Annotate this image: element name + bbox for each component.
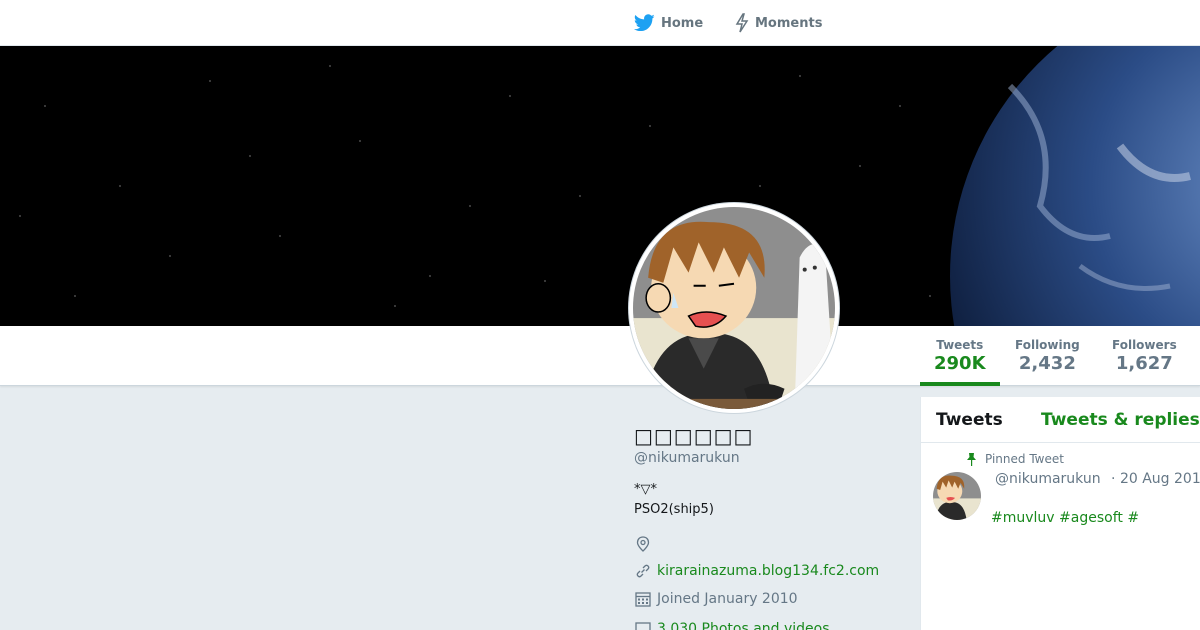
stat-tweets-label: Tweets [936,338,984,352]
lightning-icon [735,13,749,33]
profile-handle[interactable]: @nikumarukun [634,450,740,466]
avatar-image [633,207,835,409]
calendar-icon [635,592,651,607]
photo-icon [635,622,651,630]
nav-home[interactable]: Home [634,0,703,46]
stat-following-value: 2,432 [1018,353,1076,374]
stat-followers[interactable]: Followers 1,627 [1112,338,1177,374]
stat-following[interactable]: Following 2,432 [1015,338,1080,374]
bio-line-2: PSO2(ship5) [634,502,714,517]
stat-tweets[interactable]: Tweets 290K [934,338,986,374]
tweet-avatar[interactable] [933,472,981,520]
photos-link[interactable]: 3,030 Photos and videos [657,621,830,630]
nav-home-label: Home [661,15,704,31]
pinned-tweet-context: Pinned Tweet [966,452,1064,466]
bio-line-1: *▽* [634,482,657,497]
timeline: Tweets Tweets & replies Pinned Tweet @ni… [920,397,1200,630]
nav-moments-label: Moments [755,15,823,31]
twitter-bird-icon [634,14,655,32]
profile-name: □□□□□□ [634,424,754,448]
pin-icon [967,452,976,466]
profile-location [634,535,657,553]
profile-banner [0,46,1200,326]
profile-nav-bar: Tweets 290K Following 2,432 Followers 1,… [0,326,1200,386]
profile-joined: Joined January 2010 [634,590,798,608]
timeline-tabs: Tweets Tweets & replies [921,397,1200,443]
tweet-header: @nikumarukun · 20 Aug 2010 [995,471,1200,487]
stat-followers-value: 1,627 [1115,353,1173,374]
space-banner-image [0,46,1200,326]
tweet-date[interactable]: · 20 Aug 2010 [1111,471,1200,487]
profile-url-link[interactable]: kirarainazuma.blog134.fc2.com [657,563,879,579]
profile-photos: 3,030 Photos and videos [634,620,830,630]
link-icon [636,564,650,578]
tab-tweets[interactable]: Tweets [936,410,1003,430]
tab-tweets-and-replies[interactable]: Tweets & replies [1041,410,1200,430]
pinned-label: Pinned Tweet [985,452,1064,466]
tweet-avatar-image [933,472,981,520]
location-pin-icon [636,536,650,552]
profile-url: kirarainazuma.blog134.fc2.com [634,562,879,580]
joined-text: Joined January 2010 [657,591,798,607]
stat-following-label: Following [1015,338,1080,352]
nav-moments[interactable]: Moments [735,0,822,46]
stat-followers-label: Followers [1112,338,1177,352]
active-tab-underline [920,382,1000,386]
stat-tweets-value: 290K [934,353,986,374]
top-navigation: Home Moments [0,0,1200,46]
profile-avatar[interactable] [629,203,839,413]
tweet-text[interactable]: #muvluv #agesoft # [991,510,1139,526]
tweet-handle[interactable]: @nikumarukun [995,471,1101,487]
